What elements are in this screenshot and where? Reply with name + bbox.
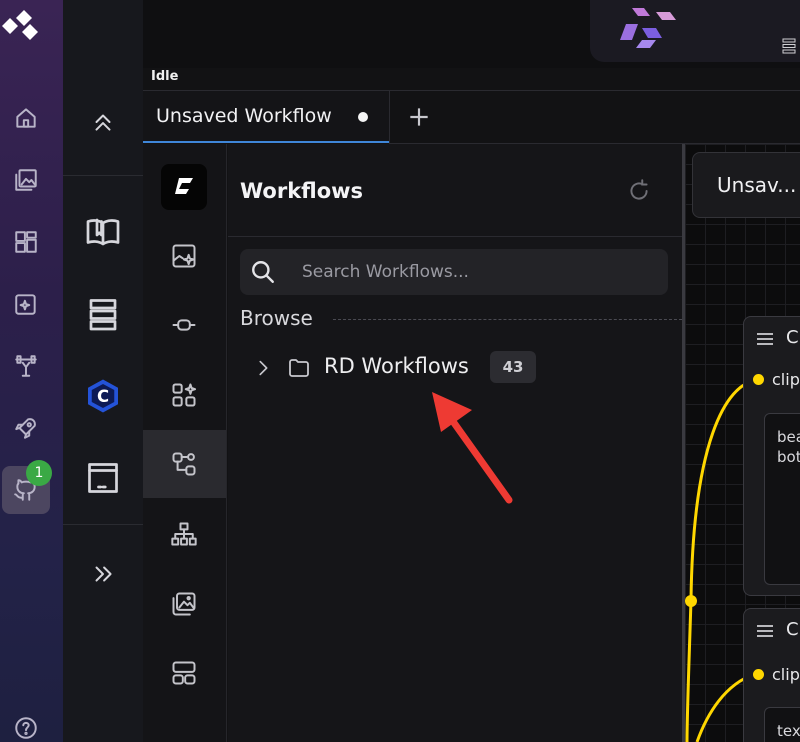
- nodes-tab[interactable]: [161, 372, 207, 418]
- gallery-button[interactable]: [2, 156, 50, 204]
- svg-text:C: C: [97, 387, 109, 406]
- training-icon: [15, 355, 37, 377]
- github-button[interactable]: 1: [2, 460, 52, 514]
- image-sparkle-icon: [172, 244, 196, 268]
- secondary-sidebar: C: [63, 0, 143, 742]
- dashboard-button[interactable]: [2, 218, 50, 266]
- refresh-icon: [630, 179, 648, 200]
- workflow-icon: [172, 452, 196, 476]
- text-line: tex: [777, 722, 800, 740]
- help-button[interactable]: [2, 704, 50, 742]
- app-logo-icon[interactable]: [0, 8, 46, 44]
- queue-tab[interactable]: [161, 511, 207, 557]
- layout-icon: [172, 661, 196, 685]
- refresh-button[interactable]: [626, 178, 652, 204]
- folder-name: RD Workflows: [324, 354, 469, 378]
- book-icon: [86, 218, 120, 246]
- search-box[interactable]: [240, 249, 668, 295]
- servers-button[interactable]: [81, 292, 125, 336]
- home-icon: [16, 108, 36, 128]
- window-icon: [88, 463, 118, 493]
- graph-canvas[interactable]: Unsav... C clip bea bot C clip tex: [685, 144, 800, 742]
- node-title: C: [786, 327, 799, 348]
- menu-icon[interactable]: [756, 331, 774, 345]
- divider: [333, 319, 682, 320]
- workflows-panel: Workflows Browse RD Workflows 43: [228, 144, 682, 742]
- app-c-button[interactable]: C: [81, 374, 125, 418]
- gallery-tab[interactable]: [161, 581, 207, 627]
- window-button[interactable]: [81, 456, 125, 500]
- dashboard-icon: [15, 231, 37, 253]
- gallery-icon: [15, 169, 37, 191]
- text-line: bea: [777, 428, 800, 446]
- folder-count-badge: 43: [490, 351, 536, 383]
- image-generate-button[interactable]: [2, 280, 50, 328]
- input-port[interactable]: [753, 374, 764, 385]
- add-tab-button[interactable]: [404, 102, 434, 132]
- unsaved-indicator[interactable]: [358, 112, 368, 122]
- chevrons-up-icon: [95, 114, 111, 131]
- rocket-icon: [15, 418, 36, 439]
- app-rail: 1: [0, 0, 63, 742]
- tab-label: Unsaved Workflow: [156, 105, 332, 127]
- docs-button[interactable]: [81, 210, 125, 254]
- brand-c-icon: C: [88, 379, 118, 413]
- clip-text-node[interactable]: C clip bea bot: [743, 316, 800, 596]
- node-library-icon: [172, 383, 197, 407]
- chevrons-right-icon: [95, 566, 112, 582]
- gallery-icon: [172, 592, 196, 616]
- folder-row-rd-workflows[interactable]: RD Workflows 43: [244, 350, 544, 386]
- search-input[interactable]: [302, 249, 652, 295]
- tab-unsaved-workflow[interactable]: Unsaved Workflow: [143, 91, 389, 143]
- text-line: bot: [777, 448, 800, 466]
- search-icon: [250, 259, 276, 285]
- port-label: clip: [772, 665, 800, 684]
- image-sparkle-icon: [15, 294, 36, 315]
- divider: [63, 175, 143, 176]
- notification-badge: 1: [26, 460, 52, 486]
- templates-tab[interactable]: [161, 650, 207, 696]
- port-label: clip: [772, 370, 800, 389]
- divider: [63, 524, 143, 525]
- folder-icon: [286, 356, 312, 380]
- input-port[interactable]: [753, 669, 764, 680]
- plus-icon: [410, 108, 428, 126]
- hierarchy-icon: [171, 522, 197, 546]
- menu-icon[interactable]: [756, 623, 774, 637]
- browse-heading: Browse: [240, 306, 313, 330]
- brand-card: [590, 0, 800, 62]
- images-tab[interactable]: [161, 233, 207, 279]
- expand-panel-button[interactable]: [81, 552, 125, 596]
- node-title: C: [786, 619, 799, 640]
- panel-icon-sidebar: [143, 144, 227, 742]
- panel-title: Workflows: [240, 179, 364, 203]
- status-label: Idle: [151, 69, 179, 84]
- collapse-up-button[interactable]: [81, 100, 125, 144]
- comfy-logo-icon: [175, 178, 193, 194]
- server-status-icon: [782, 38, 796, 54]
- home-button[interactable]: [2, 94, 50, 142]
- prompt-textarea[interactable]: bea bot: [764, 413, 800, 585]
- chevron-right-icon[interactable]: [252, 357, 274, 379]
- brand-logo-icon: [620, 8, 676, 48]
- server-icon: [89, 299, 117, 331]
- divider: [389, 91, 390, 143]
- workflows-tab[interactable]: [161, 441, 207, 487]
- comfy-logo-button[interactable]: [161, 164, 207, 210]
- prompt-textarea[interactable]: tex: [764, 707, 800, 742]
- deploy-button[interactable]: [2, 404, 50, 452]
- clip-text-node[interactable]: C clip tex: [743, 608, 800, 742]
- training-button[interactable]: [2, 342, 50, 390]
- cube-icon: [172, 319, 196, 331]
- help-icon: [15, 717, 37, 739]
- models-tab[interactable]: [161, 302, 207, 348]
- divider: [228, 236, 682, 237]
